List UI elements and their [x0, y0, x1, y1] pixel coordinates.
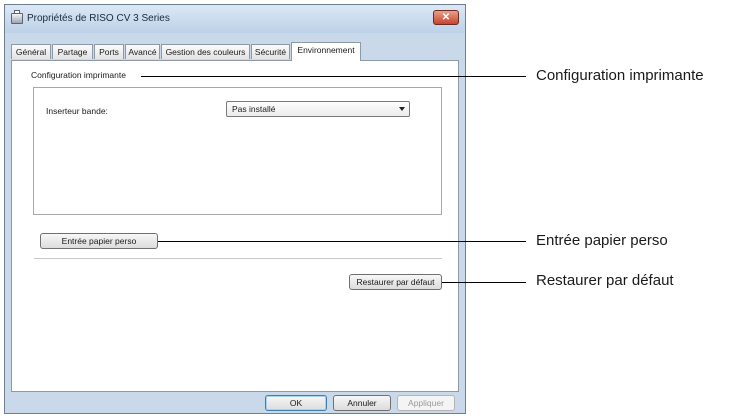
tab-avance[interactable]: Avancé	[125, 44, 160, 59]
printer-icon	[11, 10, 23, 24]
apply-button[interactable]: Appliquer	[397, 395, 455, 411]
group-label-printer-config: Configuration imprimante	[31, 70, 126, 80]
tab-partage[interactable]: Partage	[52, 44, 93, 59]
divider	[34, 258, 442, 259]
custom-paper-button[interactable]: Entrée papier perso	[40, 233, 158, 249]
window-title: Propriétés de RISO CV 3 Series	[27, 13, 170, 24]
tab-gestion-couleurs[interactable]: Gestion des couleurs	[161, 44, 250, 59]
tab-general[interactable]: Général	[11, 44, 51, 59]
close-icon: ✕	[441, 12, 451, 23]
callout-line-printer-config	[141, 76, 526, 77]
callout-line-restore-default	[442, 282, 526, 283]
title-bar: Propriétés de RISO CV 3 Series ✕	[5, 5, 465, 33]
tab-environnement[interactable]: Environnement	[291, 42, 361, 61]
callout-line-custom-paper	[158, 241, 526, 242]
restore-default-button[interactable]: Restaurer par défaut	[349, 274, 442, 290]
ok-button[interactable]: OK	[265, 395, 327, 411]
callout-restore-default: Restaurer par défaut	[536, 272, 674, 289]
inserteur-bande-select[interactable]: Pas installé	[226, 101, 410, 117]
cancel-button[interactable]: Annuler	[333, 395, 391, 411]
close-button[interactable]: ✕	[433, 10, 459, 25]
callout-custom-paper: Entrée papier perso	[536, 232, 668, 249]
chevron-down-icon	[399, 107, 405, 111]
tab-securite[interactable]: Sécurité	[251, 44, 290, 59]
tab-ports[interactable]: Ports	[94, 44, 124, 59]
inserteur-bande-label: Inserteur bande:	[46, 106, 108, 116]
select-value: Pas installé	[232, 104, 276, 114]
callout-printer-config: Configuration imprimante	[536, 67, 704, 84]
